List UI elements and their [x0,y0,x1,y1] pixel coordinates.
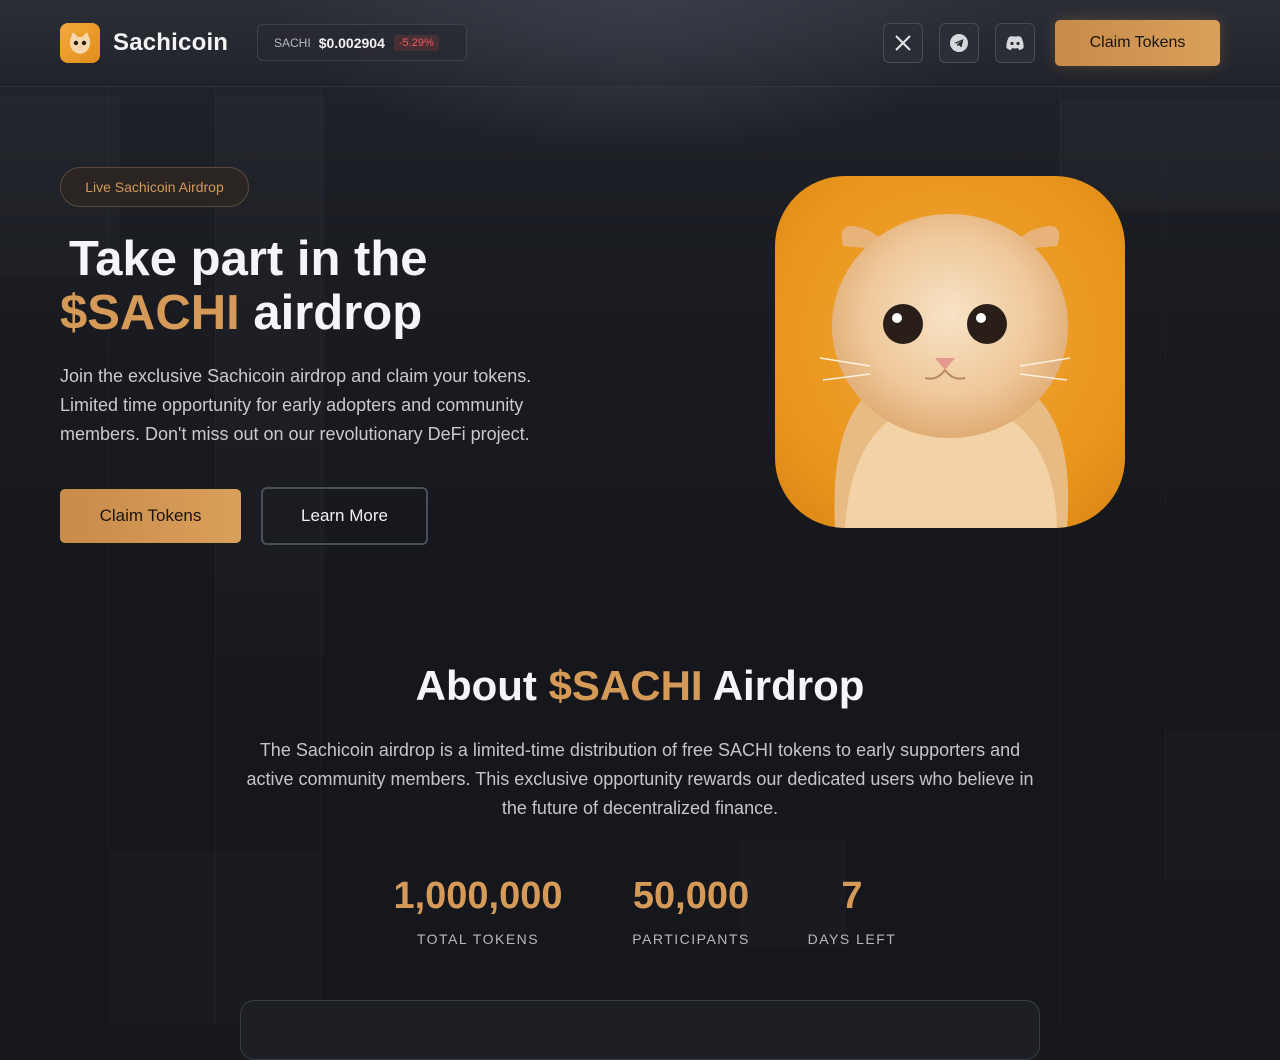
x-social-button[interactable] [883,23,923,63]
hero-description: Join the exclusive Sachicoin airdrop and… [60,366,532,444]
site-header: Sachicoin SACHI $0.002904 -5.29% Claim T… [0,0,1280,87]
claim-tokens-button[interactable]: Claim Tokens [60,489,241,543]
about-description: The Sachicoin airdrop is a limited-time … [246,740,1034,818]
hero-title-line1: Take part in the [69,232,428,286]
stat-total-tokens: 1,000,000 TOTAL TOKENS [378,873,578,947]
about-title-accent: $SACHI [548,662,703,709]
telegram-social-button[interactable] [939,23,979,63]
stat-label: TOTAL TOKENS [416,931,540,947]
airdrop-card [240,1000,1040,1060]
about-title-prefix: About [415,662,549,709]
stat-value: 1,000,000 [393,875,563,917]
stat-participants: 50,000 PARTICIPANTS [611,873,771,947]
price-ticker: SACHI $0.002904 -5.29% [257,24,467,61]
discord-social-button[interactable] [995,23,1035,63]
about-title: About $SACHI Airdrop [0,662,1280,710]
telegram-icon [950,34,968,52]
ticker-price: $0.002904 [318,34,385,51]
stat-value: 50,000 [632,875,750,917]
cat-logo-icon [60,23,100,63]
x-icon [895,35,911,51]
discord-icon [1006,36,1024,50]
stat-label: PARTICIPANTS [632,931,750,947]
brand-logo[interactable]: Sachicoin [60,23,228,63]
stat-days-left: 7 DAYS LEFT [800,873,904,947]
brand-name: Sachicoin [113,29,229,56]
about-title-suffix: Airdrop [702,662,865,709]
ticker-change-badge: -5.29% [393,34,439,51]
stat-label: DAYS LEFT [807,931,897,947]
kitten-image [775,176,1125,528]
learn-more-button[interactable]: Learn More [261,487,428,545]
hero-title-rest: airdrop [239,286,423,340]
hero-title-accent: $SACHI [60,286,240,340]
header-claim-tokens-button[interactable]: Claim Tokens [1055,20,1220,66]
ticker-symbol: SACHI [274,35,311,50]
hero-title: Take part in the $SACHI airdrop [60,232,620,340]
live-airdrop-badge: Live Sachicoin Airdrop [60,167,249,207]
stat-value: 7 [841,875,863,917]
